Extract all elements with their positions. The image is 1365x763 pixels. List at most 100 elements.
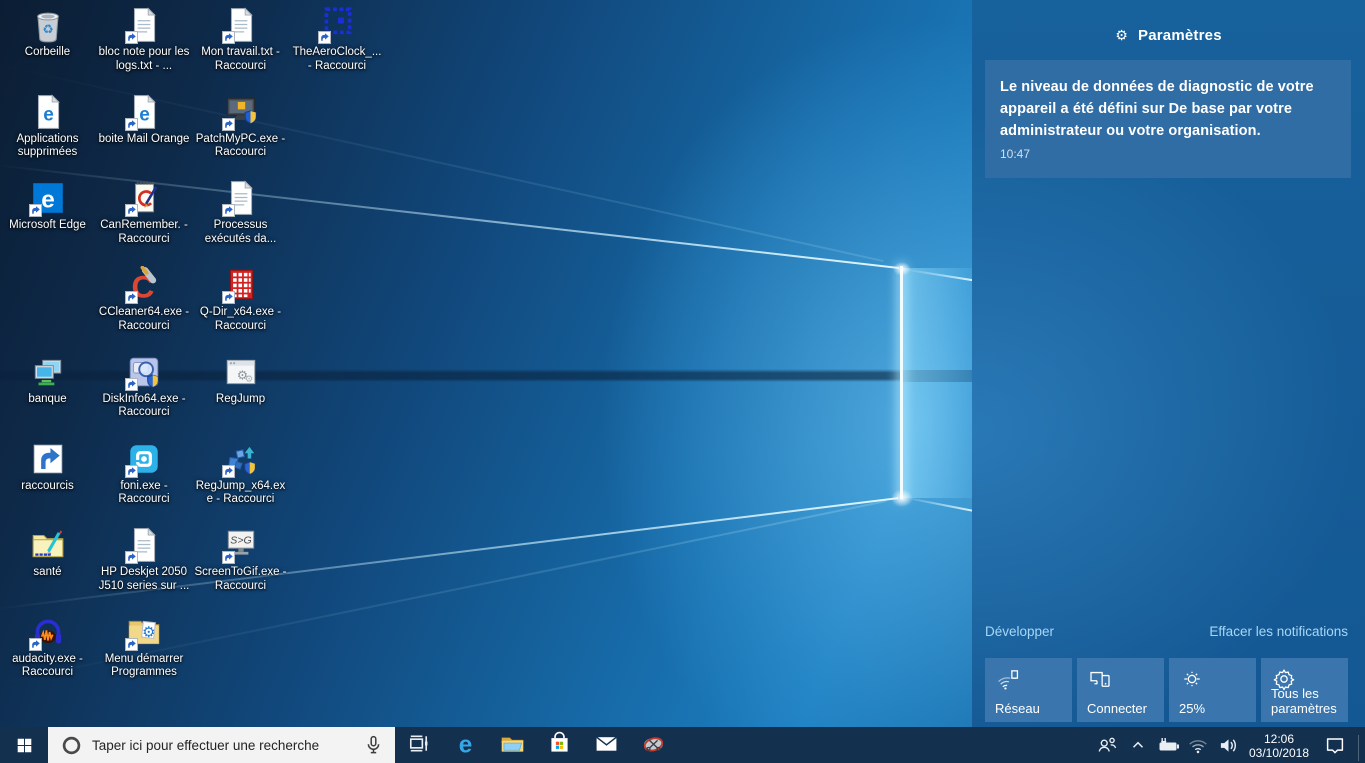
desktop-icon-banque[interactable]: banque <box>0 353 95 407</box>
taskbar: Taper ici pour effectuer une recherche e… <box>0 727 1365 763</box>
quick-action-25[interactable]: 25% <box>1169 658 1256 722</box>
qabright-icon <box>1180 667 1204 691</box>
desktop-icon-label: PatchMyPC.exe - Raccourci <box>193 133 288 160</box>
desktop-icon-sant[interactable]: santé <box>0 526 95 580</box>
desktop-icon-label: Processus exécutés da... <box>193 219 288 246</box>
desktop-icon-hp-deskjet-2050-j510-series-sur[interactable]: HP Deskjet 2050 J510 series sur ... <box>97 526 192 593</box>
desktop-icon-label: CanRemember. - Raccourci <box>97 219 192 246</box>
desktop-icon-regjump-x64-exe-raccourci[interactable]: RegJump_x64.exe - Raccourci <box>193 440 288 507</box>
taskbar-apps: e <box>395 727 677 763</box>
desktop-icon-menu-d-marrer-programmes[interactable]: ⚙Menu démarrer Programmes <box>97 613 192 680</box>
desktop-icon-label: Mon travail.txt - Raccourci <box>193 46 288 73</box>
recycle-icon: ♻ <box>29 6 67 44</box>
taskbar-microsoft-edge[interactable]: e <box>442 727 489 763</box>
svg-text:♻: ♻ <box>42 22 53 36</box>
quick-action-r-seau[interactable]: Réseau <box>985 658 1072 722</box>
desktop-icon-corbeille[interactable]: ♻Corbeille <box>0 6 95 60</box>
diskinfo-icon <box>125 353 163 391</box>
taskbar-file-explorer[interactable] <box>489 727 536 763</box>
taskbar-microsoft-store[interactable] <box>536 727 583 763</box>
taskbar-task-view[interactable] <box>395 727 442 763</box>
patchmypc-icon <box>222 93 260 131</box>
expand-link[interactable]: Développer <box>985 624 1054 639</box>
desktop-icon-q-dir-x64-exe-raccourci[interactable]: Q-Dir_x64.exe - Raccourci <box>193 266 288 333</box>
desktop-icon-foni-exe-raccourci[interactable]: foni.exe - Raccourci <box>97 440 192 507</box>
desktop-icon-applications-supprim-es[interactable]: eApplications supprimées <box>0 93 95 160</box>
svg-text:e: e <box>459 732 473 758</box>
desktop-icon-raccourcis[interactable]: raccourcis <box>0 440 95 494</box>
desktop-icon-label: foni.exe - Raccourci <box>97 480 192 507</box>
desktop-icon-processus-ex-cut-s-da[interactable]: Processus exécutés da... <box>193 179 288 246</box>
doc-icon <box>222 6 260 44</box>
taskbar-mail[interactable] <box>583 727 630 763</box>
desktop-icon-label: boite Mail Orange <box>97 133 192 147</box>
microsoft-store-icon <box>546 730 573 760</box>
desktop-icon-patchmypc-exe-raccourci[interactable]: PatchMyPC.exe - Raccourci <box>193 93 288 160</box>
desktop-icon-label: audacity.exe - Raccourci <box>0 653 95 680</box>
desktop-icon-mon-travail-txt-raccourci[interactable]: Mon travail.txt - Raccourci <box>193 6 288 73</box>
desktop-icon-diskinfo64-exe-raccourci[interactable]: DiskInfo64.exe - Raccourci <box>97 353 192 420</box>
gear-icon: ⚙ <box>1115 27 1128 43</box>
desktop-icon-regjump[interactable]: ⚙⚙RegJump <box>193 353 288 407</box>
quick-action-label: Connecter <box>1087 701 1160 716</box>
windows-desktop: ♻Corbeillebloc note pour les logs.txt - … <box>0 0 1365 763</box>
desktop-icon-canremember-raccourci[interactable]: CanRemember. - Raccourci <box>97 179 192 246</box>
system-tray: 12:0603/10/2018 <box>1090 727 1365 763</box>
desktop-icon-label: Menu démarrer Programmes <box>97 653 192 680</box>
microphone-icon[interactable] <box>363 734 384 755</box>
wallpaper-glow <box>893 262 911 276</box>
tray-hidden-icons[interactable] <box>1124 727 1152 763</box>
quick-action-tous-les-param-tres[interactable]: Tous les paramètres <box>1261 658 1348 722</box>
notification-text: Le niveau de données de diagnostic de vo… <box>1000 76 1335 142</box>
svg-text:S>G: S>G <box>230 535 251 547</box>
desktop-icon-ccleaner64-exe-raccourci[interactable]: CCCleaner64.exe - Raccourci <box>97 266 192 333</box>
sante-icon <box>29 526 67 564</box>
audacity-icon <box>29 613 67 651</box>
svg-text:e: e <box>43 104 54 125</box>
bubble-icon <box>1323 733 1347 757</box>
qdir-icon <box>222 266 260 304</box>
desktop-icon-audacity-exe-raccourci[interactable]: audacity.exe - Raccourci <box>0 613 95 680</box>
network-icon <box>1187 736 1209 755</box>
action-center-header: ⚙Paramètres <box>972 27 1365 44</box>
quick-action-connecter[interactable]: Connecter <box>1077 658 1164 722</box>
desktop-icon-screentogif-exe-raccourci[interactable]: S>GScreenToGif.exe - Raccourci <box>193 526 288 593</box>
action-center-button[interactable] <box>1314 727 1356 763</box>
notification-card[interactable]: Le niveau de données de diagnostic de vo… <box>985 60 1351 178</box>
taskbar-snipping-tool[interactable] <box>630 727 677 763</box>
tray-battery[interactable] <box>1152 727 1184 763</box>
taskbar-search-box[interactable]: Taper ici pour effectuer une recherche <box>48 727 395 763</box>
volume-icon <box>1217 736 1240 755</box>
clear-notifications-link[interactable]: Effacer les notifications <box>1209 624 1348 639</box>
show-desktop-button[interactable] <box>1359 727 1365 763</box>
desktop-icon-bloc-note-pour-les-logs-txt[interactable]: bloc note pour les logs.txt - ... <box>97 6 192 73</box>
quick-actions-row: Réseau Connecter 25%Tous les paramètres <box>985 658 1348 722</box>
battery-icon <box>1155 735 1181 755</box>
clock-time: 12:06 <box>1244 732 1314 746</box>
qanetwork-icon <box>996 667 1020 691</box>
wallpaper-glow <box>891 489 913 507</box>
desktop-icon-label: banque <box>0 393 95 407</box>
cortana-ring-icon <box>61 735 82 756</box>
tray-clock[interactable]: 12:0603/10/2018 <box>1244 731 1314 760</box>
desktop-icon-label: DiskInfo64.exe - Raccourci <box>97 393 192 420</box>
doc-icon <box>222 179 260 217</box>
svg-text:e: e <box>139 104 150 125</box>
regjump-icon: ⚙⚙ <box>222 353 260 391</box>
start-button[interactable] <box>0 727 48 763</box>
tray-people[interactable] <box>1090 727 1124 763</box>
desktop-icon-label: Microsoft Edge <box>0 219 95 233</box>
wallpaper-light-line <box>900 266 903 499</box>
desktop-icon-theaeroclock-raccourci[interactable]: TheAeroClock_... - Raccourci <box>290 6 385 73</box>
tray-volume[interactable] <box>1212 727 1244 763</box>
file-explorer-icon <box>499 730 526 760</box>
doc-icon <box>125 526 163 564</box>
desktop-icon-label: CCleaner64.exe - Raccourci <box>97 306 192 333</box>
action-center-panel: ⚙Paramètres Le niveau de données de diag… <box>972 0 1365 727</box>
desktop-icon-microsoft-edge[interactable]: eMicrosoft Edge <box>0 179 95 233</box>
foni-icon <box>125 440 163 478</box>
tray-network[interactable] <box>1184 727 1212 763</box>
desktop-icon-boite-mail-orange[interactable]: e boite Mail Orange <box>97 93 192 147</box>
hidden-icons-icon <box>1129 736 1147 754</box>
quick-action-label: Réseau <box>995 701 1068 716</box>
